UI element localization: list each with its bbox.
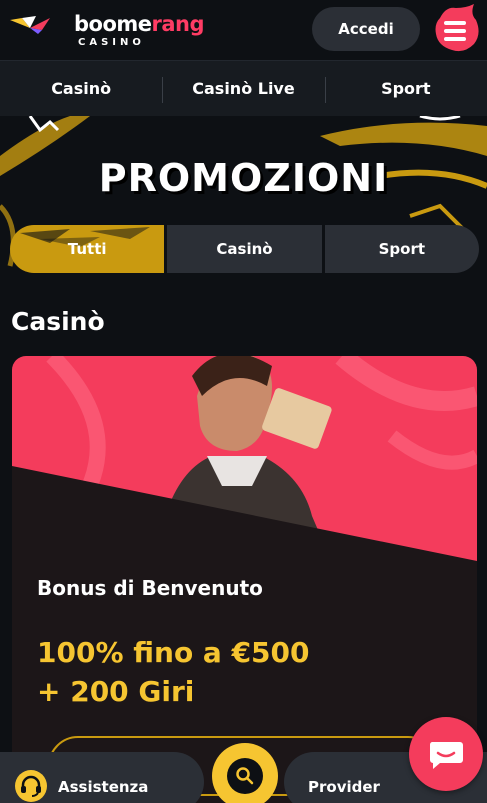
chat-icon — [429, 742, 463, 769]
promo-filter-tabs: Tutti Casinò Sport — [10, 225, 479, 273]
app-header: boomerang CASINO Accedi — [0, 0, 487, 60]
search-button[interactable] — [212, 743, 278, 803]
promo-card[interactable]: Bonus di Benvenuto 100% fino a €500 + 20… — [12, 356, 477, 803]
filter-sport[interactable]: Sport — [324, 225, 479, 273]
login-button[interactable]: Accedi — [312, 7, 420, 51]
filter-casino[interactable]: Casinò — [167, 225, 322, 273]
main-navigation: Casinò Casinò Live Sport — [0, 60, 487, 116]
chat-button[interactable] — [409, 717, 483, 791]
menu-button[interactable] — [430, 4, 480, 54]
promo-title: Bonus di Benvenuto — [37, 576, 263, 600]
filter-tutti[interactable]: Tutti — [10, 225, 165, 273]
section-title: Casinò — [11, 307, 105, 336]
tab-casino[interactable]: Casinò — [0, 61, 162, 116]
promo-offer-line-1: 100% fino a €500 — [37, 636, 310, 669]
search-icon — [236, 767, 254, 785]
promo-offer-line-2: + 200 Giri — [37, 675, 195, 708]
tab-sport[interactable]: Sport — [324, 61, 487, 116]
support-button[interactable]: Assistenza — [0, 752, 204, 803]
provider-label: Provider — [308, 778, 380, 796]
headset-icon — [15, 770, 47, 802]
promo-offer: 100% fino a €500 + 200 Giri — [37, 633, 457, 711]
boomerang-logo-icon — [10, 16, 50, 34]
menu-icon — [435, 4, 479, 52]
logo-subtitle: CASINO — [78, 37, 145, 48]
page-title: PROMOZIONI — [98, 156, 389, 200]
bottom-bar: Assistenza Provider — [0, 717, 487, 803]
logo-wordmark: boomerang — [74, 12, 205, 36]
support-label: Assistenza — [58, 778, 149, 796]
brand-logo[interactable]: boomerang CASINO — [8, 12, 205, 50]
tab-casino-live[interactable]: Casinò Live — [162, 61, 324, 116]
